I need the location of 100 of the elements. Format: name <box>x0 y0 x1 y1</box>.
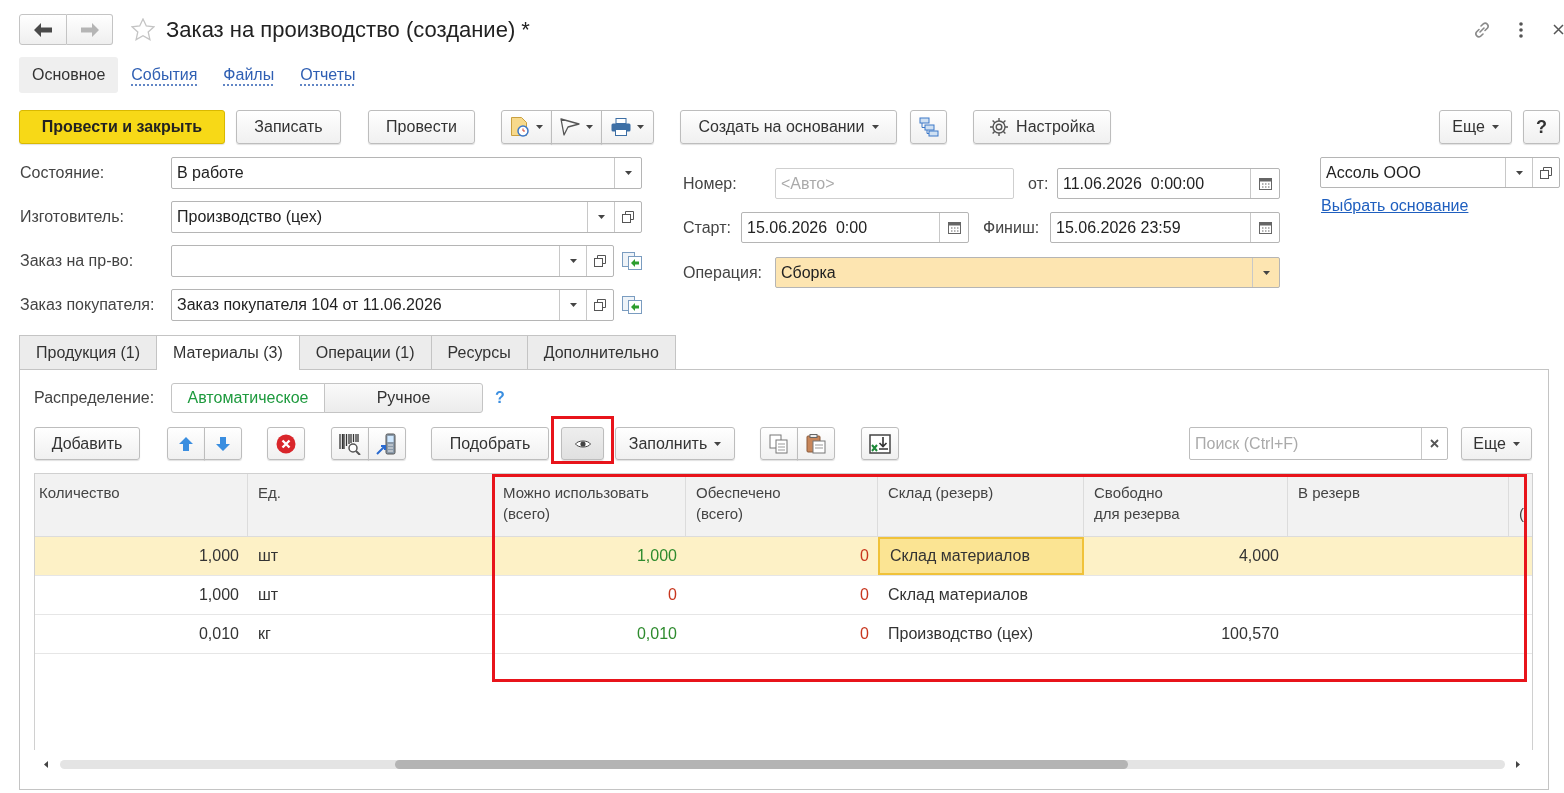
move-down-button[interactable] <box>204 427 242 460</box>
help-button[interactable]: ? <box>1523 110 1560 144</box>
scroll-left-button[interactable] <box>44 760 48 768</box>
scrollbar-thumb[interactable] <box>395 759 1128 769</box>
table-cell-text: 1,000 <box>197 546 240 566</box>
arrow-right-icon <box>80 22 99 37</box>
caret-icon <box>597 215 605 219</box>
column-header[interactable]: Количество <box>39 482 120 503</box>
view-button[interactable] <box>561 427 604 460</box>
table-row[interactable]: 1,000 шт 1,000 0 Склад материалов 4,000 <box>35 537 1532 576</box>
field-label: Состояние: <box>20 164 106 182</box>
fill-button[interactable]: Заполнить <box>615 427 735 460</box>
field-label: Финиш: <box>983 218 1041 237</box>
date-field[interactable]: 11.06.2026 0:00:00 <box>1057 168 1280 199</box>
move-up-button[interactable] <box>167 427 205 460</box>
export-button[interactable] <box>861 427 899 460</box>
scroll-right-icon <box>1516 760 1520 768</box>
open-window-icon <box>622 211 634 223</box>
table-cell-text: 100,570 <box>1220 624 1280 644</box>
column-header[interactable]: Ед. <box>258 482 281 503</box>
paste-icon <box>806 433 826 454</box>
back-button[interactable] <box>19 14 67 45</box>
pick-from-list-button[interactable] <box>621 294 643 316</box>
section-link[interactable]: События <box>118 57 211 93</box>
more-button[interactable]: Еще <box>1461 427 1532 460</box>
table-row[interactable]: 1,000 шт 0 0 Склад материалов <box>35 576 1532 615</box>
column-header[interactable]: Можно использовать (всего) <box>503 482 649 524</box>
document-menu-button[interactable] <box>501 110 552 144</box>
pick-from-list-button[interactable] <box>621 250 643 272</box>
table-row[interactable]: 0,010 кг 0,010 0 Производство (цех) 100,570 <box>35 615 1532 654</box>
date-field[interactable]: 15.06.2026 23:59 <box>1050 212 1280 243</box>
caret-icon <box>586 125 593 129</box>
toggle-option[interactable]: Ручное <box>324 383 483 413</box>
select-field[interactable]: Ассоль ООО <box>1320 157 1560 188</box>
structure-icon <box>918 117 939 137</box>
paste-button[interactable] <box>797 427 835 460</box>
section-link[interactable]: Файлы <box>210 57 288 93</box>
field-label: Номер: <box>683 174 738 193</box>
caret-icon <box>1262 270 1270 275</box>
select-field[interactable]: В работе <box>171 157 642 189</box>
column-header[interactable]: ( <box>1519 482 1524 524</box>
send-menu-button[interactable] <box>551 110 602 144</box>
delete-button[interactable] <box>267 427 305 460</box>
tab[interactable]: Материалы (3) <box>156 335 300 370</box>
caret-icon <box>569 303 577 307</box>
arrow-up-icon <box>178 435 194 452</box>
tab[interactable]: Дополнительно <box>526 335 676 369</box>
field-label: Заказ покупателя: <box>20 296 156 314</box>
open-window-icon <box>1540 166 1552 179</box>
tab[interactable]: Ресурсы <box>430 335 528 369</box>
select-basis-link[interactable]: Выбрать основание <box>1321 197 1469 215</box>
scrollbar-track[interactable] <box>60 759 1505 769</box>
printer-icon <box>611 118 631 136</box>
add-button[interactable]: Добавить <box>34 427 140 460</box>
settings-button[interactable]: Настройка <box>973 110 1111 144</box>
barcode-search-button[interactable] <box>331 427 369 460</box>
select-field[interactable]: Сборка <box>775 257 1280 288</box>
column-header[interactable]: Свободно для резерва <box>1094 482 1180 524</box>
scroll-left-icon <box>44 760 48 768</box>
eye-icon <box>574 438 591 449</box>
post-and-close-button[interactable]: Провести и закрыть <box>19 110 225 144</box>
delete-icon <box>276 433 296 454</box>
caret-icon <box>637 125 644 129</box>
table-cell-text: Склад материалов <box>887 585 1029 605</box>
table-cell-text: 0,010 <box>197 624 240 644</box>
table-cell: Склад материалов <box>878 537 1084 575</box>
field-label: Операция: <box>683 263 763 282</box>
save-button[interactable]: Записать <box>236 110 341 144</box>
scroll-right-button[interactable] <box>1516 760 1520 768</box>
clear-icon <box>1430 439 1439 448</box>
calendar-icon <box>1258 177 1272 190</box>
select-field[interactable] <box>171 245 614 277</box>
table-cell-text: 1,000 <box>635 546 678 566</box>
print-menu-button[interactable] <box>601 110 654 144</box>
field-label: Заказ на пр-во: <box>20 252 135 270</box>
post-button[interactable]: Провести <box>368 110 475 144</box>
toggle-option[interactable]: Автоматическое <box>171 383 325 413</box>
more-button[interactable]: Еще <box>1439 110 1512 144</box>
pick-button[interactable]: Подобрать <box>431 427 549 460</box>
tab[interactable]: Продукция (1) <box>19 335 158 369</box>
select-field[interactable]: Производство (цех) <box>171 201 642 233</box>
field-label: Распределение: <box>34 389 156 407</box>
gear-icon <box>989 117 1010 137</box>
column-header[interactable]: В резерв <box>1298 482 1360 503</box>
section-link[interactable]: Отчеты <box>287 57 369 93</box>
table-cell-text: шт <box>257 546 280 566</box>
date-field[interactable]: 15.06.2026 0:00 <box>741 212 969 243</box>
caret-icon <box>1515 170 1523 175</box>
table-cell-text: Производство (цех) <box>887 624 1034 644</box>
create-based-on-button[interactable]: Создать на основании <box>680 110 897 144</box>
structure-button[interactable] <box>910 110 947 144</box>
section-link[interactable]: Основное <box>19 57 119 93</box>
arrow-left-icon <box>34 22 52 37</box>
document-badge-icon <box>510 117 530 137</box>
column-header[interactable]: Склад (резерв) <box>888 482 994 503</box>
tab[interactable]: Операции (1) <box>298 335 432 369</box>
scanner-button[interactable] <box>368 427 406 460</box>
table-cell-text: 0,010 <box>635 624 678 644</box>
column-header[interactable]: Обеспечено (всего) <box>696 482 781 524</box>
select-field[interactable]: Заказ покупателя 104 от 11.06.2026 <box>171 289 614 321</box>
